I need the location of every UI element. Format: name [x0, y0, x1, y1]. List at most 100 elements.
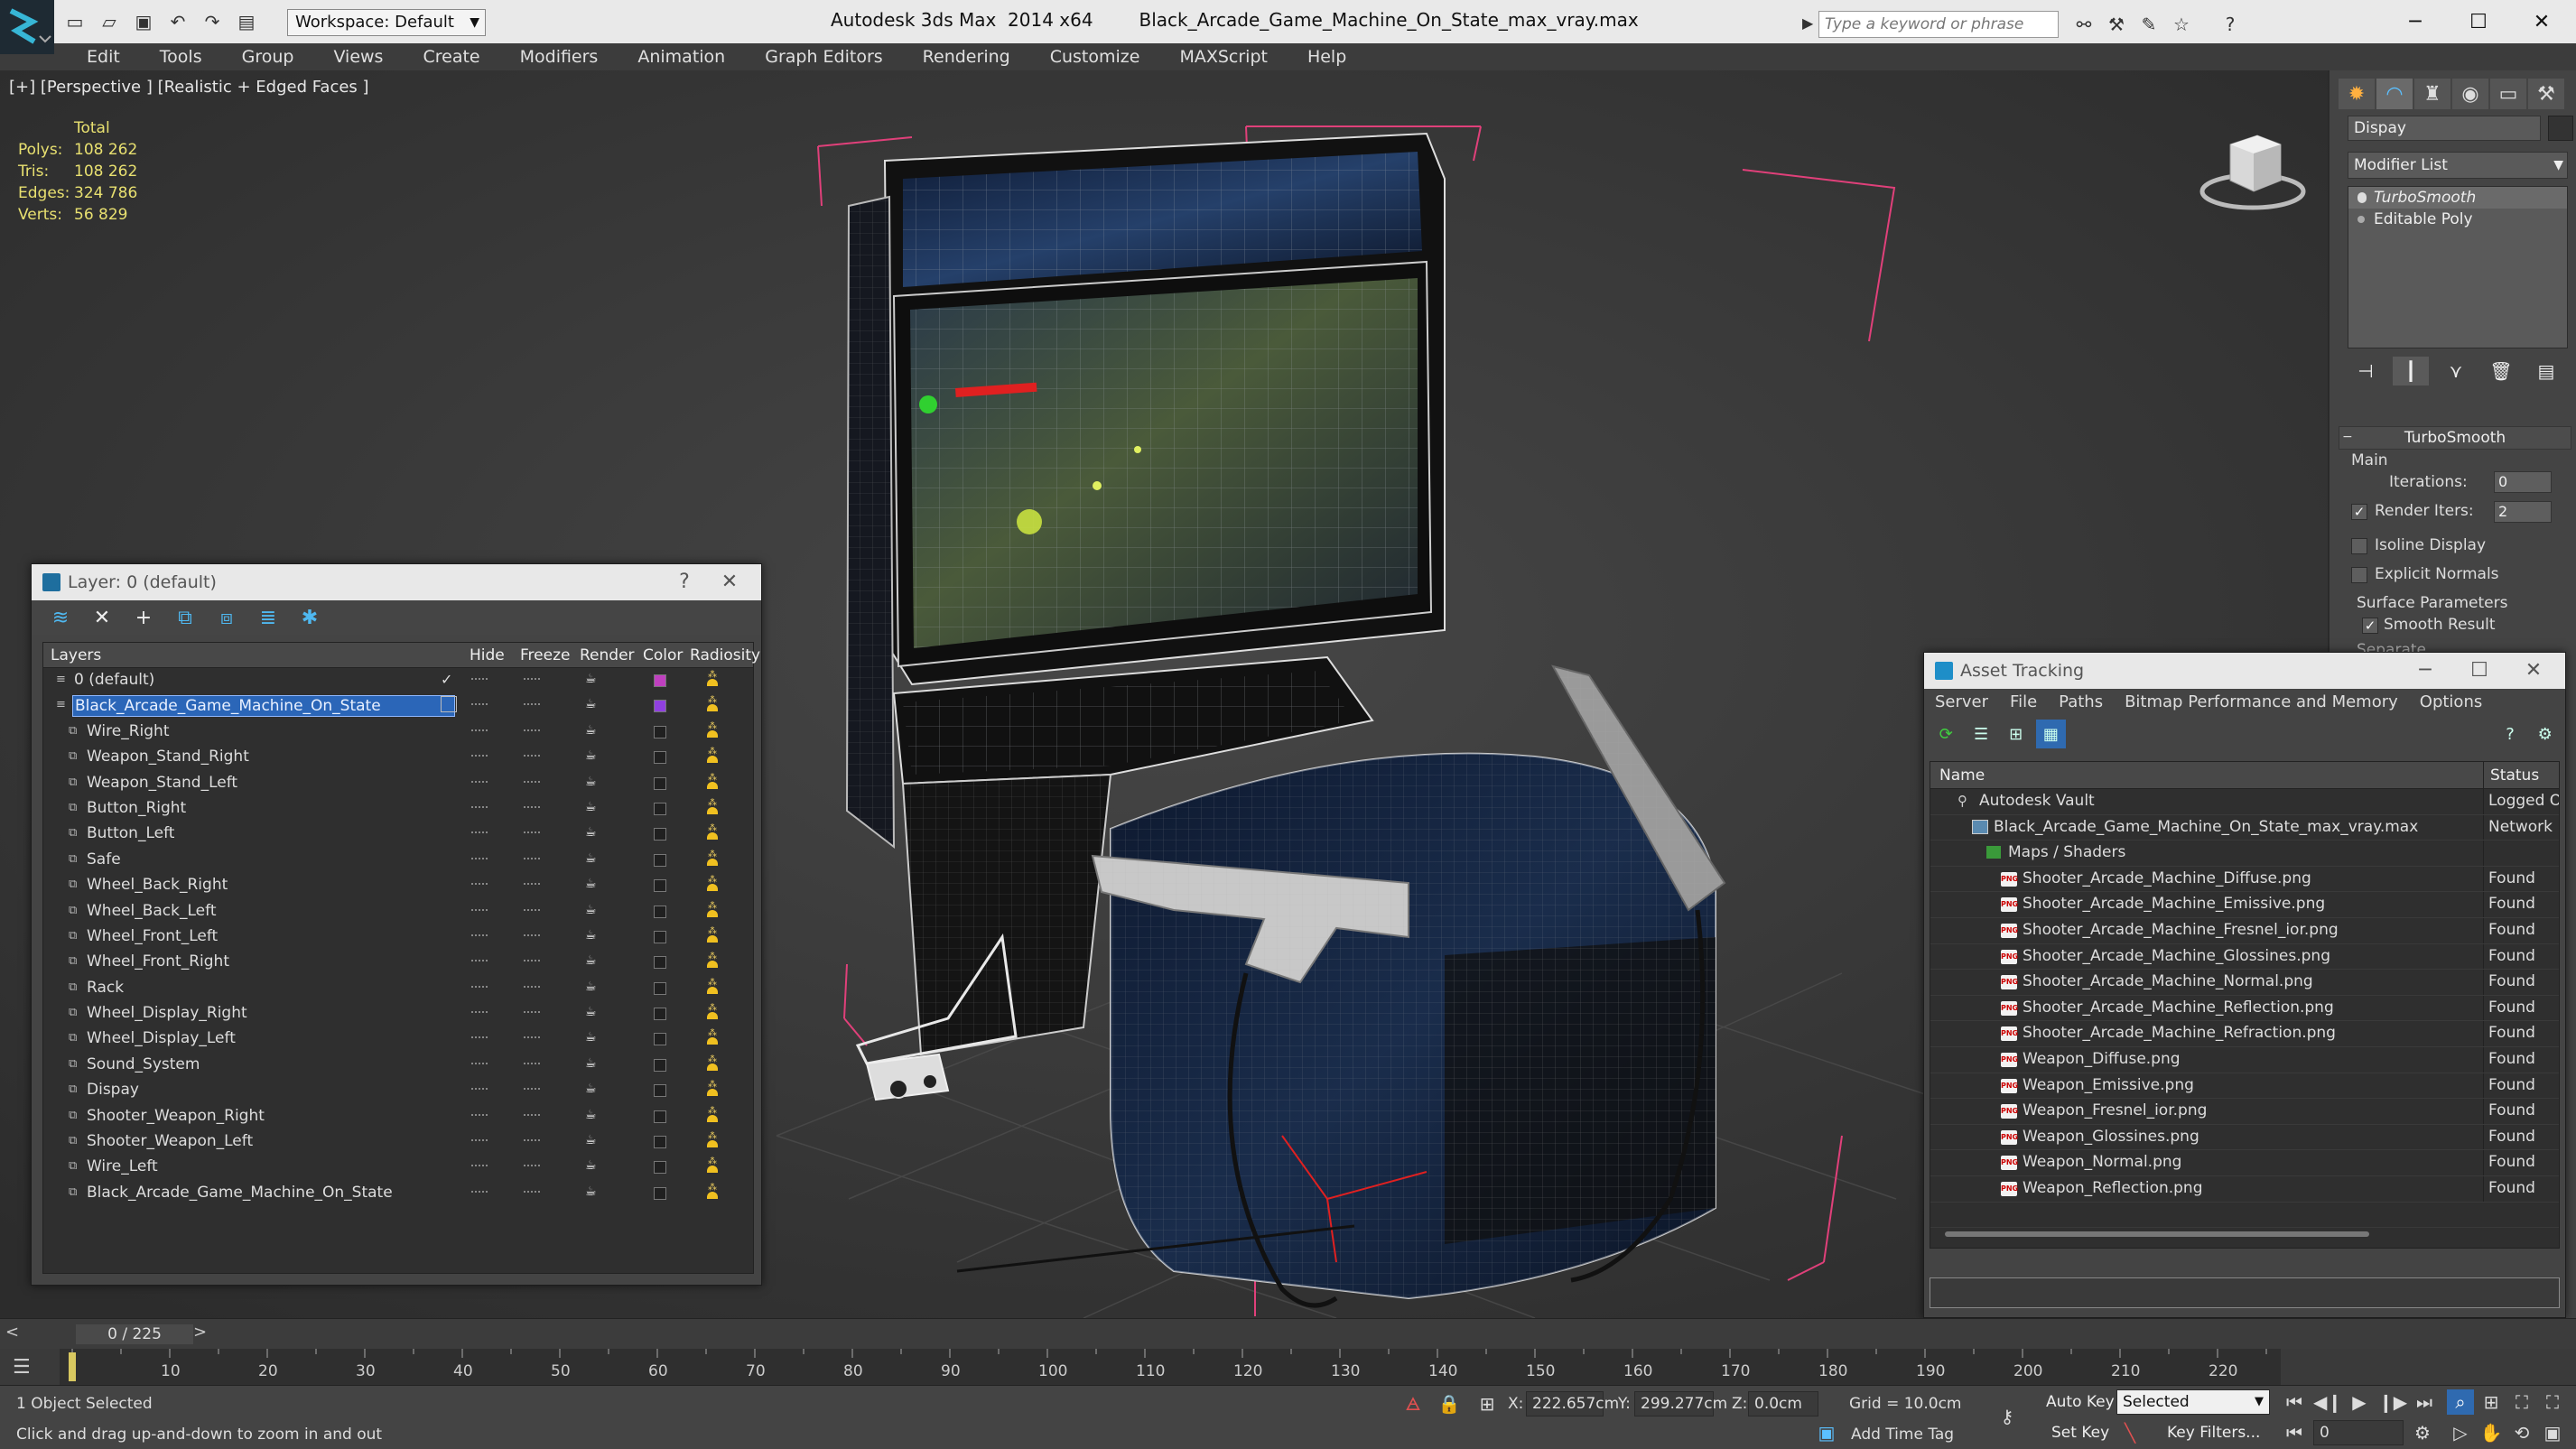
column-color[interactable]: Color — [643, 646, 683, 664]
utilities-tab-icon[interactable]: ⚒ — [2528, 79, 2564, 109]
current-layer-checkbox[interactable]: ✓ — [441, 671, 457, 688]
layer-row[interactable]: ⧉ Rack ☕ ⁂ — [43, 976, 753, 1001]
hide-toggle[interactable] — [471, 1165, 488, 1168]
previous-frame-icon[interactable]: ◀❙ — [2313, 1389, 2342, 1415]
modify-tab-icon[interactable]: ◠ — [2376, 79, 2413, 109]
layer-name[interactable]: Weapon_Stand_Right — [85, 747, 256, 768]
hide-toggle[interactable] — [471, 960, 488, 963]
layer-color-swatch[interactable] — [654, 1058, 666, 1072]
horizontal-scrollbar[interactable] — [1945, 1231, 2369, 1237]
viewport-label[interactable]: [+] [Perspective ] [Realistic + Edged Fa… — [9, 78, 369, 97]
render-teapot-icon[interactable]: ☕ — [585, 1185, 601, 1198]
freeze-toggle[interactable] — [524, 1139, 540, 1143]
z-coordinate-field[interactable]: 0.0cm — [1748, 1391, 1818, 1416]
time-tag-icon[interactable]: ▣ — [1813, 1420, 1840, 1445]
asset-row[interactable]: PNG Weapon_Glossines.png Found — [1930, 1124, 2559, 1151]
layer-row[interactable]: ⧉ Wheel_Front_Right ☕ ⁂ — [43, 950, 753, 975]
asset-menu-options[interactable]: Options — [2409, 689, 2493, 716]
layer-row[interactable]: ⧉ Weapon_Stand_Left ☕ ⁂ — [43, 771, 753, 796]
menu-rendering[interactable]: Rendering — [903, 43, 1030, 70]
radiosity-sun-icon[interactable]: ⁂ — [702, 773, 722, 794]
favorites-star-icon[interactable]: ☆ — [2165, 11, 2198, 38]
new-file-icon[interactable]: ▭ — [60, 7, 90, 36]
freeze-toggle[interactable] — [524, 703, 540, 707]
radiosity-sun-icon[interactable]: ⁂ — [702, 1106, 722, 1127]
render-iters-checkbox[interactable]: ✓ — [2351, 504, 2367, 520]
create-tab-icon[interactable]: ✹ — [2339, 79, 2375, 109]
menu-group[interactable]: Group — [222, 43, 314, 70]
column-status[interactable]: Status — [2490, 766, 2539, 785]
radiosity-sun-icon[interactable]: ⁂ — [702, 798, 722, 819]
add-to-layer-icon[interactable]: + — [127, 603, 160, 632]
layer-name[interactable]: Wheel_Display_Left — [85, 1028, 243, 1050]
layer-color-swatch[interactable] — [654, 1033, 666, 1046]
layer-name[interactable]: Shooter_Weapon_Left — [85, 1131, 260, 1153]
close-icon[interactable]: ✕ — [707, 564, 752, 600]
go-to-end-icon[interactable]: ⏭ — [2411, 1389, 2438, 1415]
layer-color-swatch[interactable] — [654, 930, 666, 943]
minimize-icon[interactable]: ─ — [2403, 653, 2448, 689]
current-frame-marker[interactable] — [69, 1352, 76, 1381]
layer-name[interactable]: Wheel_Display_Right — [85, 1003, 255, 1025]
freeze-toggle[interactable] — [524, 1062, 540, 1066]
asset-row[interactable]: PNG Shooter_Arcade_Machine_Refraction.png… — [1930, 1021, 2559, 1047]
pan-view-icon[interactable]: ✋ — [2478, 1420, 2505, 1445]
freeze-toggle[interactable] — [524, 1113, 540, 1118]
create-layer-icon[interactable]: ≋ — [44, 603, 77, 632]
render-teapot-icon[interactable]: ☕ — [585, 929, 601, 942]
asset-path-field[interactable] — [1930, 1277, 2560, 1308]
asset-settings-icon[interactable]: ⚙ — [2530, 720, 2560, 748]
asset-row[interactable]: PNG Weapon_Fresnel_ior.png Found — [1930, 1099, 2559, 1125]
lock-selection-icon[interactable]: 🔒 — [1436, 1391, 1463, 1416]
layer-color-swatch[interactable] — [654, 1161, 666, 1175]
radiosity-sun-icon[interactable]: ⁂ — [702, 850, 722, 870]
asset-row[interactable]: Maps / Shaders — [1930, 841, 2559, 867]
time-slider-thumb[interactable]: 0 / 225 — [76, 1324, 193, 1344]
workspace-dropdown[interactable]: Workspace: Default ▼ — [287, 9, 486, 36]
orbit-icon[interactable]: ⟲ — [2508, 1420, 2535, 1445]
render-teapot-icon[interactable]: ☕ — [585, 1109, 601, 1121]
render-teapot-icon[interactable]: ☕ — [585, 1082, 601, 1095]
track-bar[interactable]: ☰ 10 20 30 40 50 60 70 80 90 100 110 120 130 140 150 16… — [0, 1349, 2576, 1385]
radiosity-sun-icon[interactable]: ⁂ — [702, 1029, 722, 1049]
freeze-toggle[interactable] — [524, 755, 540, 758]
zoom-extents-all-icon[interactable]: ⛶ — [2539, 1389, 2566, 1415]
layer-name[interactable]: Shooter_Weapon_Right — [85, 1106, 272, 1128]
motion-tab-icon[interactable]: ◉ — [2452, 79, 2488, 109]
radiosity-sun-icon[interactable]: ⁂ — [702, 696, 722, 716]
y-coordinate-field[interactable]: 299.277cm — [1634, 1391, 1727, 1416]
layer-color-swatch[interactable] — [654, 828, 666, 841]
hide-toggle[interactable] — [471, 729, 488, 733]
layer-row[interactable]: ⧉ Sound_System ☕ ⁂ — [43, 1053, 753, 1078]
layer-name[interactable]: Button_Left — [85, 823, 181, 845]
layer-row[interactable]: ⧉ Wheel_Back_Right ☕ ⁂ — [43, 873, 753, 898]
layer-row[interactable]: ⧉ Safe ☕ ⁂ — [43, 848, 753, 873]
radiosity-sun-icon[interactable]: ⁂ — [702, 978, 722, 999]
layer-row[interactable]: ⧉ Black_Arcade_Game_Machine_On_State ☕ ⁂ — [43, 1181, 753, 1206]
radiosity-sun-icon[interactable]: ⁂ — [702, 901, 722, 922]
hide-toggle[interactable] — [471, 703, 488, 707]
asset-help-icon[interactable]: ? — [2496, 720, 2525, 748]
layer-color-swatch[interactable] — [654, 776, 666, 790]
expand-icon[interactable] — [2357, 216, 2365, 223]
layer-row[interactable]: ≡ Black_Arcade_Game_Machine_On_State ☕ ⁂ — [43, 693, 753, 719]
layer-row[interactable]: ⧉ Weapon_Stand_Right ☕ ⁂ — [43, 745, 753, 770]
hide-toggle[interactable] — [471, 1190, 488, 1194]
render-teapot-icon[interactable]: ☕ — [585, 826, 601, 839]
radiosity-sun-icon[interactable]: ⁂ — [702, 1157, 722, 1177]
render-teapot-icon[interactable]: ☕ — [585, 980, 601, 993]
table-view-icon[interactable]: ▦ — [2036, 720, 2066, 748]
set-key-button[interactable]: Set Key — [2051, 1420, 2109, 1445]
go-to-start-icon[interactable]: ⏮ — [2281, 1389, 2308, 1415]
menu-maxscript[interactable]: MAXScript — [1159, 43, 1288, 70]
radiosity-sun-icon[interactable]: ⁂ — [702, 1081, 722, 1101]
layer-row[interactable]: ⧉ Wheel_Front_Left ☕ ⁂ — [43, 924, 753, 950]
layer-row[interactable]: ⧉ Button_Left ☕ ⁂ — [43, 822, 753, 847]
radiosity-sun-icon[interactable]: ⁂ — [702, 748, 722, 767]
hide-toggle[interactable] — [471, 883, 488, 887]
configure-sets-icon[interactable]: ▤ — [2528, 357, 2564, 385]
menu-graph-editors[interactable]: Graph Editors — [745, 43, 902, 70]
column-render[interactable]: Render — [580, 646, 635, 664]
asset-row[interactable]: PNG Shooter_Arcade_Machine_Glossines.png F… — [1930, 943, 2559, 971]
layer-color-swatch[interactable] — [654, 879, 666, 893]
